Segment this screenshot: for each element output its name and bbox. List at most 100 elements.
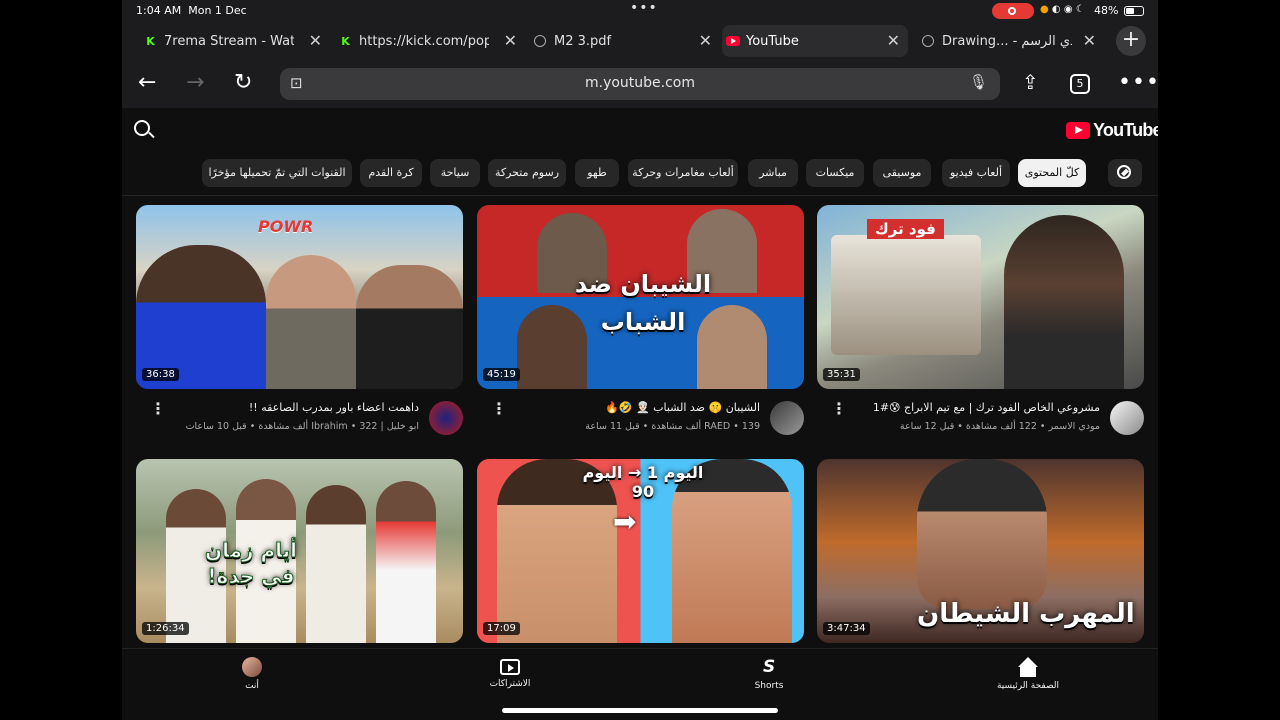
browser-tab[interactable]: M2 3.pdf ✕ [530, 25, 720, 57]
chip-cooking[interactable]: طهو [575, 159, 619, 187]
chip-all[interactable]: كلّ المحتوى [1018, 159, 1086, 187]
close-icon[interactable]: ✕ [1083, 31, 1096, 50]
explore-compass-icon[interactable] [1108, 159, 1142, 187]
kick-icon: K [146, 35, 155, 48]
nav-shorts[interactable]: Shorts [719, 657, 819, 691]
kick-icon: K [341, 35, 350, 48]
ipad-screen: 1:04 AM Mon 1 Dec ••• ● ◐ ◉ ☾ 48% K 7rem… [122, 0, 1158, 720]
video-title[interactable]: مشروعي الخاص الفود ترك | مع تيم الابراج … [850, 401, 1100, 414]
battery-icon [1124, 6, 1144, 16]
chip-mixes[interactable]: ميكسات [806, 159, 864, 187]
video-info: مودي الاسمر • 122 ألف مشاهدة • قبل 12 سا… [899, 421, 1100, 432]
nav-home-label: الصفحة الرئيسية [996, 681, 1060, 691]
globe-icon [922, 35, 934, 47]
chip-music[interactable]: موسيقى [873, 159, 931, 187]
video-thumbnail[interactable]: POWR 36:38 [136, 205, 463, 389]
browser-tab-active[interactable]: YouTube ✕ [722, 25, 908, 57]
video-duration: 36:38 [142, 368, 179, 381]
video-meta: ⋮ مشروعي الخاص الفود ترك | مع تيم الابرا… [817, 399, 1144, 439]
channel-avatar[interactable] [429, 401, 463, 435]
person-shape [306, 485, 366, 643]
status-bar: 1:04 AM Mon 1 Dec ••• ● ◐ ◉ ☾ 48% [122, 0, 1158, 22]
share-icon[interactable]: ⇪ [1022, 70, 1039, 94]
arrow-right-icon: ➡ [613, 505, 637, 538]
person-shape [376, 481, 436, 643]
browser-toolbar: ← → ↻ ⊡ m.youtube.com 🎙 ⇪ 5 ••• [122, 60, 1158, 108]
forward-arrow-icon[interactable]: → [186, 70, 204, 95]
multitask-dots[interactable]: ••• [630, 0, 658, 16]
chip-animation[interactable]: رسوم متحركة [488, 159, 566, 187]
chip-live[interactable]: مباشر [748, 159, 798, 187]
chip-recently-uploaded[interactable]: القنوات التي تمّ تحميلها مؤخرًا [202, 159, 352, 187]
chip-action-adventure[interactable]: ألعاب مغامرات وحركة [628, 159, 738, 187]
reload-icon[interactable]: ↻ [234, 70, 252, 95]
search-icon[interactable] [134, 120, 150, 136]
tab-label: Drawing... - تحدي الرسم [942, 33, 1072, 49]
food-truck-shape [831, 235, 981, 355]
nav-subscriptions-label: الاشتراكات [489, 679, 531, 689]
nav-subscriptions[interactable]: الاشتراكات [460, 657, 560, 689]
more-menu-icon[interactable]: ••• [1118, 70, 1158, 95]
nav-you[interactable]: أنت [202, 657, 302, 691]
youtube-header: YouTube [122, 108, 1158, 152]
video-thumbnail[interactable]: أيام زمان في جدة! 1:26:34 [136, 459, 463, 643]
video-meta: ⋮ الشيبان 🤫 ضد الشباب 👳🏻‍♂️ 🤣🔥 RAED • 13… [477, 399, 804, 439]
back-arrow-icon[interactable]: ← [138, 70, 156, 95]
thumbnail-text: أيام زمان في جدة! [205, 538, 298, 589]
soldier-shape [917, 459, 1047, 609]
globe-icon [534, 35, 546, 47]
chip-football[interactable]: كرة القدم [360, 159, 422, 187]
tab-label: 7rema Stream - Watc [164, 33, 294, 49]
close-icon[interactable]: ✕ [887, 31, 900, 50]
video-meta: ⋮ داهمت اعضاء باور بمدرب الصاعقه !! ابو … [136, 399, 463, 439]
youtube-play-icon [1066, 121, 1090, 139]
more-vert-icon[interactable]: ⋮ [150, 399, 166, 418]
browser-tab[interactable]: K https://kick.com/popo ✕ [335, 25, 525, 57]
avatar [242, 657, 262, 677]
screen-recording-indicator[interactable] [992, 3, 1034, 19]
video-duration: 1:26:34 [142, 622, 189, 635]
person-shape [1004, 215, 1124, 389]
more-vert-icon[interactable]: ⋮ [491, 399, 507, 418]
thumbnail-text: اليوم 1 → اليوم 90 [582, 463, 704, 501]
address-bar[interactable]: ⊡ m.youtube.com 🎙 [280, 68, 1000, 100]
category-chips: كلّ المحتوى ألعاب فيديو موسيقى ميكسات مب… [122, 152, 1158, 196]
tab-switcher-button[interactable]: 5 [1070, 74, 1090, 94]
video-thumbnail[interactable]: فود ترك 35:31 [817, 205, 1144, 389]
video-title[interactable]: داهمت اعضاء باور بمدرب الصاعقه !! [169, 401, 419, 414]
microphone-icon[interactable]: 🎙 [969, 73, 988, 91]
channel-avatar[interactable] [770, 401, 804, 435]
youtube-icon [726, 36, 740, 46]
close-icon[interactable]: ✕ [699, 31, 712, 50]
shorts-icon [759, 657, 779, 677]
new-tab-button[interactable]: + [1116, 26, 1146, 56]
system-icons: ● ◐ ◉ ☾ [1040, 4, 1085, 15]
home-indicator[interactable] [502, 708, 778, 713]
channel-avatar[interactable] [1110, 401, 1144, 435]
url-text: m.youtube.com [584, 75, 696, 91]
close-icon[interactable]: ✕ [309, 31, 322, 50]
video-thumbnail[interactable]: الشيبان ضد الشباب 45:19 [477, 205, 804, 389]
browser-tab[interactable]: Drawing... - تحدي الرسم ✕ [918, 25, 1104, 57]
video-info: RAED • 139 ألف مشاهدة • قبل 11 ساعة [585, 421, 760, 432]
close-icon[interactable]: ✕ [504, 31, 517, 50]
status-time: 1:04 AM Mon 1 Dec [136, 4, 247, 17]
video-thumbnail[interactable]: ➡ اليوم 1 → اليوم 90 17:09 [477, 459, 804, 643]
chip-travel[interactable]: سياحة [430, 159, 480, 187]
video-info: ابو خليل | Ibrahim • 322 ألف مشاهدة • قب… [185, 421, 419, 432]
tab-label: https://kick.com/popo [359, 33, 489, 49]
thumbnail-text: فود ترك [867, 219, 944, 239]
nav-home[interactable]: الصفحة الرئيسية [978, 657, 1078, 691]
tab-label: M2 3.pdf [554, 33, 612, 49]
video-duration: 45:19 [483, 368, 520, 381]
more-vert-icon[interactable]: ⋮ [831, 399, 847, 418]
video-duration: 3:47:34 [823, 622, 870, 635]
browser-tab[interactable]: K 7rema Stream - Watc ✕ [140, 25, 330, 57]
person-shape [266, 255, 356, 389]
youtube-logo[interactable]: YouTube [1066, 120, 1158, 140]
video-thumbnail[interactable]: المهرب الشيطان 3:47:34 [817, 459, 1144, 643]
thumbnail-text: الشيبان ضد الشباب [574, 270, 712, 336]
video-title[interactable]: الشيبان 🤫 ضد الشباب 👳🏻‍♂️ 🤣🔥 [510, 401, 760, 414]
chip-video-games[interactable]: ألعاب فيديو [942, 159, 1010, 187]
nav-you-label: أنت [245, 681, 259, 691]
